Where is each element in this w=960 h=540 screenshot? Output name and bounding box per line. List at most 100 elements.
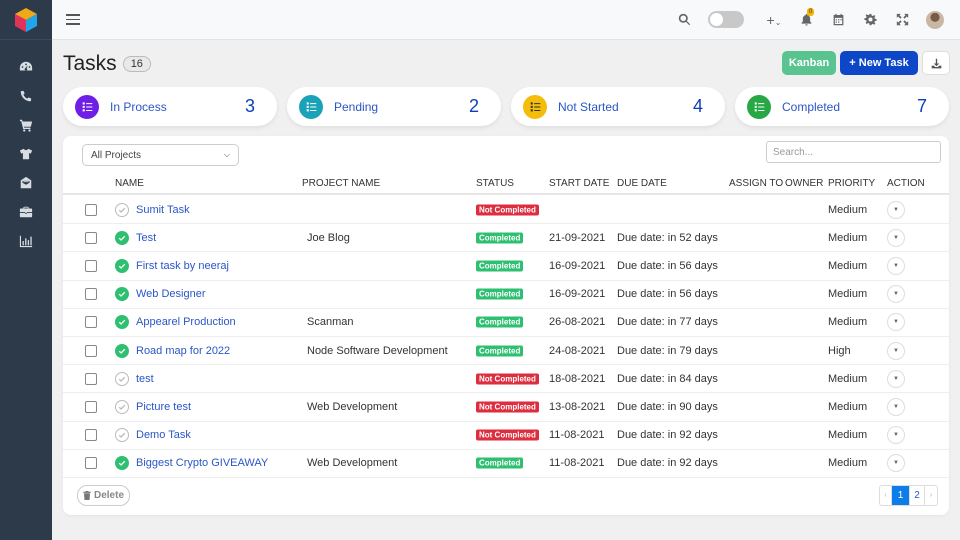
new-task-button[interactable]: + New Task	[840, 51, 918, 75]
chevron-down-icon: ⌵	[223, 150, 230, 159]
notification-count-badge: 0	[807, 8, 815, 16]
sidebar-item-products[interactable]	[0, 139, 52, 168]
priority: Medium	[828, 288, 868, 301]
check-circle-icon[interactable]	[115, 456, 129, 471]
stat-not-started[interactable]: Not Started 4	[511, 87, 725, 126]
row-checkbox[interactable]	[85, 344, 97, 357]
row-action-dropdown[interactable]: ▼	[887, 426, 905, 445]
row-checkbox[interactable]	[85, 203, 97, 216]
row-action-dropdown[interactable]: ▼	[887, 369, 905, 388]
settings-button[interactable]	[854, 13, 886, 26]
task-name-link[interactable]: Sumit Task	[136, 204, 190, 216]
project-name: Node Software Development	[307, 344, 448, 357]
sidebar-item-calls[interactable]	[0, 81, 52, 110]
column-header-start-date[interactable]: START DATE	[549, 178, 609, 189]
sidebar	[0, 0, 52, 540]
quick-add-menu[interactable]: +⌄	[758, 12, 790, 28]
calendar-button[interactable]	[822, 13, 854, 26]
row-action-dropdown[interactable]: ▼	[887, 200, 905, 219]
pagination-page-1[interactable]: 1	[892, 486, 910, 505]
project-name: Scanman	[307, 316, 354, 329]
theme-toggle[interactable]	[708, 11, 744, 28]
column-header-assign-to[interactable]: ASSIGN TO	[729, 178, 783, 189]
check-circle-outline-icon[interactable]	[115, 202, 129, 217]
delete-label: Delete	[94, 490, 125, 501]
row-action-dropdown[interactable]: ▼	[887, 313, 905, 332]
column-header-action[interactable]: ACTION	[887, 178, 925, 189]
task-name-link[interactable]: Appearel Production	[136, 316, 236, 328]
pagination-next[interactable]: ›	[925, 486, 937, 505]
sidebar-item-dashboard[interactable]	[0, 52, 52, 81]
task-name-link[interactable]: Biggest Crypto GIVEAWAY	[136, 457, 268, 469]
task-name-link[interactable]: test	[136, 373, 154, 385]
sidebar-item-reports[interactable]	[0, 226, 52, 255]
sidebar-item-projects[interactable]	[0, 197, 52, 226]
row-checkbox[interactable]	[85, 288, 97, 301]
check-circle-icon[interactable]	[115, 230, 129, 245]
topbar-actions: +⌄ 0	[668, 0, 960, 40]
check-circle-icon[interactable]	[115, 343, 129, 358]
check-circle-outline-icon[interactable]	[115, 371, 129, 386]
app-logo[interactable]	[0, 0, 52, 40]
task-name-link[interactable]: Test	[136, 232, 156, 244]
task-name-link[interactable]: Picture test	[136, 401, 191, 413]
row-checkbox[interactable]	[85, 316, 97, 329]
stat-in-process[interactable]: In Process 3	[63, 87, 277, 126]
notifications-button[interactable]: 0	[790, 8, 822, 26]
project-name: Web Development	[307, 457, 398, 470]
pagination-prev[interactable]: ‹	[880, 486, 892, 505]
sidebar-item-orders[interactable]	[0, 110, 52, 139]
status-badge: Not Completed	[476, 429, 539, 441]
row-checkbox[interactable]	[85, 457, 97, 470]
download-button[interactable]	[922, 51, 950, 75]
check-circle-icon[interactable]	[115, 315, 129, 330]
task-name-link[interactable]: Web Designer	[136, 288, 206, 300]
column-header-name[interactable]: NAME	[115, 178, 144, 189]
task-name-link[interactable]: First task by neeraj	[136, 260, 229, 272]
sidebar-item-inbox[interactable]	[0, 168, 52, 197]
status-badge: Not Completed	[476, 204, 539, 216]
column-header-due-date[interactable]: DUE DATE	[617, 178, 667, 189]
pagination-page-2[interactable]: 2	[910, 486, 925, 505]
task-count-badge: 16	[122, 56, 151, 72]
project-filter-select[interactable]: All Projects ⌵	[82, 144, 239, 166]
search-input[interactable]	[766, 141, 941, 163]
row-action-dropdown[interactable]: ▼	[887, 256, 905, 275]
briefcase-icon	[19, 206, 33, 217]
search-button[interactable]	[668, 13, 700, 26]
fullscreen-button[interactable]	[886, 13, 918, 26]
status-badge: Completed	[476, 457, 524, 469]
check-circle-outline-icon[interactable]	[115, 428, 129, 443]
column-header-status[interactable]: STATUS	[476, 178, 514, 189]
row-action-dropdown[interactable]: ▼	[887, 454, 905, 473]
row-action-dropdown[interactable]: ▼	[887, 397, 905, 416]
stat-pending[interactable]: Pending 2	[287, 87, 501, 126]
kanban-button[interactable]: Kanban	[782, 51, 836, 75]
row-action-dropdown[interactable]: ▼	[887, 228, 905, 247]
user-avatar[interactable]	[926, 10, 944, 29]
priority: Medium	[828, 429, 868, 442]
row-checkbox[interactable]	[85, 400, 97, 413]
stat-completed[interactable]: Completed 7	[735, 87, 949, 126]
status-badge: Completed	[476, 316, 524, 328]
priority: Medium	[828, 400, 868, 413]
column-header-owner[interactable]: OWNER	[785, 178, 823, 189]
delete-button[interactable]: Delete	[77, 485, 131, 506]
row-checkbox[interactable]	[85, 259, 97, 272]
task-name-link[interactable]: Demo Task	[136, 429, 191, 441]
trash-icon	[83, 491, 91, 500]
row-checkbox[interactable]	[85, 429, 97, 442]
row-checkbox[interactable]	[85, 372, 97, 385]
check-circle-icon[interactable]	[115, 258, 129, 273]
row-checkbox[interactable]	[85, 231, 97, 244]
row-action-dropdown[interactable]: ▼	[887, 341, 905, 360]
task-name-link[interactable]: Road map for 2022	[136, 345, 230, 357]
check-circle-outline-icon[interactable]	[115, 399, 129, 414]
row-action-dropdown[interactable]: ▼	[887, 285, 905, 304]
due-date: Due date: in 56 days	[617, 259, 718, 272]
hamburger-menu-icon[interactable]	[66, 13, 80, 27]
column-header-priority[interactable]: PRIORITY	[828, 178, 875, 189]
column-header-project[interactable]: PROJECT NAME	[302, 178, 380, 189]
check-circle-icon[interactable]	[115, 287, 129, 302]
stat-label: Pending	[334, 99, 379, 114]
